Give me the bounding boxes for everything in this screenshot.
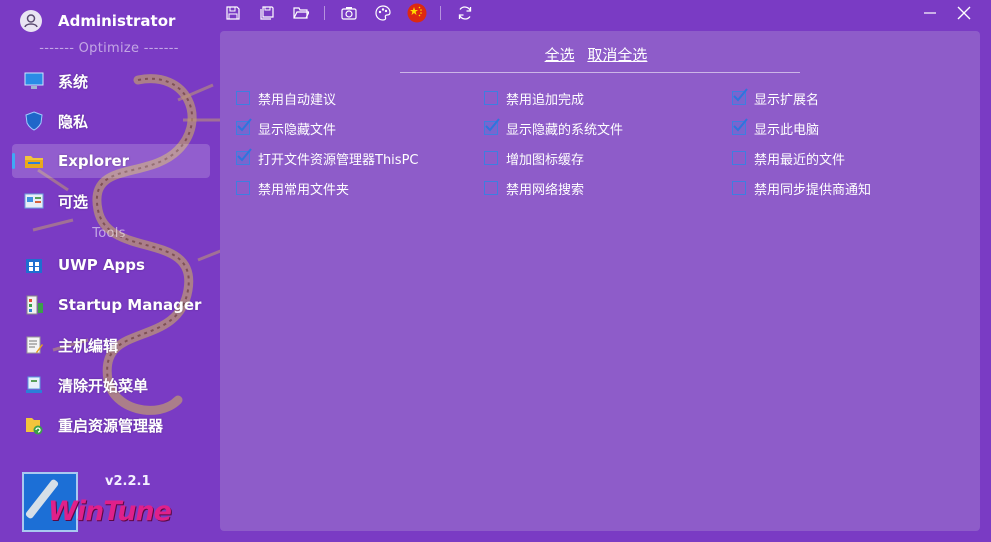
app-logo: WinTune v2.2.1 <box>20 470 180 532</box>
checkbox-unchecked-icon[interactable] <box>732 181 746 195</box>
explorer-options-panel: 全选 取消全选 禁用自动建议 禁用追加完成 显示扩展名显示隐藏文件 显示隐藏的系统文件… <box>220 31 980 531</box>
nav-label: 主机编辑 <box>58 336 119 355</box>
monitor-icon <box>24 71 44 91</box>
option-checkbox-row[interactable]: 显示扩展名 <box>732 88 819 108</box>
option-label: 增加图标缓存 <box>506 152 585 168</box>
option-checkbox-row[interactable]: 禁用追加完成 <box>484 88 584 108</box>
sidebar: Administrator ------- Optimize ------- 系… <box>0 0 224 542</box>
option-checkbox-row[interactable]: 禁用常用文件夹 <box>236 178 349 198</box>
user-name: Administrator <box>58 12 176 30</box>
section-optimize: ------- Optimize ------- <box>39 41 179 56</box>
section-tools: Tools <box>92 226 126 241</box>
option-checkbox-row[interactable]: 增加图标缓存 <box>484 148 584 168</box>
option-checkbox-row[interactable]: 禁用网络搜索 <box>484 178 584 198</box>
option-label: 禁用网络搜索 <box>506 182 585 198</box>
toolbar-separator <box>324 6 325 20</box>
option-label: 禁用自动建议 <box>258 92 337 108</box>
option-checkbox-row[interactable]: 显示隐藏的系统文件 <box>484 118 623 138</box>
checkbox-unchecked-icon[interactable] <box>484 151 498 165</box>
china-flag-icon[interactable] <box>406 3 428 23</box>
version-label: v2.2.1 <box>105 474 151 489</box>
option-label: 显示隐藏文件 <box>258 122 337 138</box>
nav-label: 可选 <box>58 192 89 211</box>
checkbox-unchecked-icon[interactable] <box>732 151 746 165</box>
select-all-link[interactable]: 全选 <box>545 46 575 64</box>
close-icon[interactable] <box>954 3 974 23</box>
minimize-icon[interactable] <box>920 3 940 23</box>
nav-label: 隐私 <box>58 112 89 131</box>
option-checkbox-row[interactable]: 打开文件资源管理器ThisPC <box>236 148 418 168</box>
refresh-icon[interactable] <box>454 3 476 23</box>
nav-item-clear-start-menu[interactable]: 清除开始菜单 <box>12 368 210 402</box>
nav-item-explorer[interactable]: Explorer <box>12 144 210 178</box>
nav-label: UWP Apps <box>58 256 145 274</box>
startup-icon <box>24 295 44 315</box>
checkbox-unchecked-icon[interactable] <box>236 91 250 105</box>
toolbar-separator <box>440 6 441 20</box>
restart-explorer-icon <box>24 415 44 435</box>
checkbox-unchecked-icon[interactable] <box>484 181 498 195</box>
start-menu-icon <box>24 375 44 395</box>
checkbox-checked-icon[interactable] <box>732 88 748 105</box>
option-label: 打开文件资源管理器ThisPC <box>258 152 419 168</box>
nav-label: 重启资源管理器 <box>58 416 164 435</box>
nav-item-restart-explorer[interactable]: 重启资源管理器 <box>12 408 210 442</box>
user-avatar-icon[interactable] <box>20 10 42 32</box>
checkbox-checked-icon[interactable] <box>236 148 252 165</box>
hosts-edit-icon <box>24 335 44 355</box>
option-label: 显示隐藏的系统文件 <box>506 122 624 138</box>
option-label: 禁用最近的文件 <box>754 152 846 168</box>
checkbox-unchecked-icon[interactable] <box>236 181 250 195</box>
nav-label: Explorer <box>58 152 130 170</box>
control-panel-icon <box>24 191 44 211</box>
nav-item-hosts-edit[interactable]: 主机编辑 <box>12 328 210 362</box>
shield-icon <box>24 111 44 131</box>
option-checkbox-row[interactable]: 显示此电脑 <box>732 118 819 138</box>
checkbox-checked-icon[interactable] <box>236 118 252 135</box>
option-checkbox-row[interactable]: 禁用最近的文件 <box>732 148 845 168</box>
nav-label: 系统 <box>58 72 89 91</box>
nav-label: Startup Manager <box>58 296 202 314</box>
option-label: 禁用追加完成 <box>506 92 585 108</box>
windows-store-icon <box>24 255 44 275</box>
open-folder-icon[interactable] <box>290 3 312 23</box>
save-icon[interactable] <box>222 3 244 23</box>
nav-item-privacy[interactable]: 隐私 <box>12 104 210 138</box>
logo-text: WinTune <box>48 496 172 527</box>
option-checkbox-row[interactable]: 禁用自动建议 <box>236 88 336 108</box>
nav-item-uwp-apps[interactable]: UWP Apps <box>12 248 210 282</box>
option-label: 禁用同步提供商通知 <box>754 182 872 198</box>
folder-icon <box>24 151 44 171</box>
divider <box>400 72 800 73</box>
option-label: 禁用常用文件夹 <box>258 182 350 198</box>
save-all-icon[interactable] <box>256 3 278 23</box>
palette-icon[interactable] <box>372 3 394 23</box>
checkbox-checked-icon[interactable] <box>732 118 748 135</box>
option-label: 显示此电脑 <box>754 122 820 138</box>
nav-label: 清除开始菜单 <box>58 376 149 395</box>
option-checkbox-row[interactable]: 显示隐藏文件 <box>236 118 336 138</box>
deselect-all-link[interactable]: 取消全选 <box>587 46 647 64</box>
select-links: 全选 取消全选 <box>220 44 972 65</box>
toolbar <box>222 3 488 23</box>
checkbox-checked-icon[interactable] <box>484 118 500 135</box>
camera-icon[interactable] <box>338 3 360 23</box>
option-checkbox-row[interactable]: 禁用同步提供商通知 <box>732 178 871 198</box>
checkbox-unchecked-icon[interactable] <box>484 91 498 105</box>
user-header: Administrator <box>20 8 175 34</box>
nav-item-optional[interactable]: 可选 <box>12 184 210 218</box>
nav-item-startup-manager[interactable]: Startup Manager <box>12 288 210 322</box>
nav-item-system[interactable]: 系统 <box>12 64 210 98</box>
option-label: 显示扩展名 <box>754 92 820 108</box>
